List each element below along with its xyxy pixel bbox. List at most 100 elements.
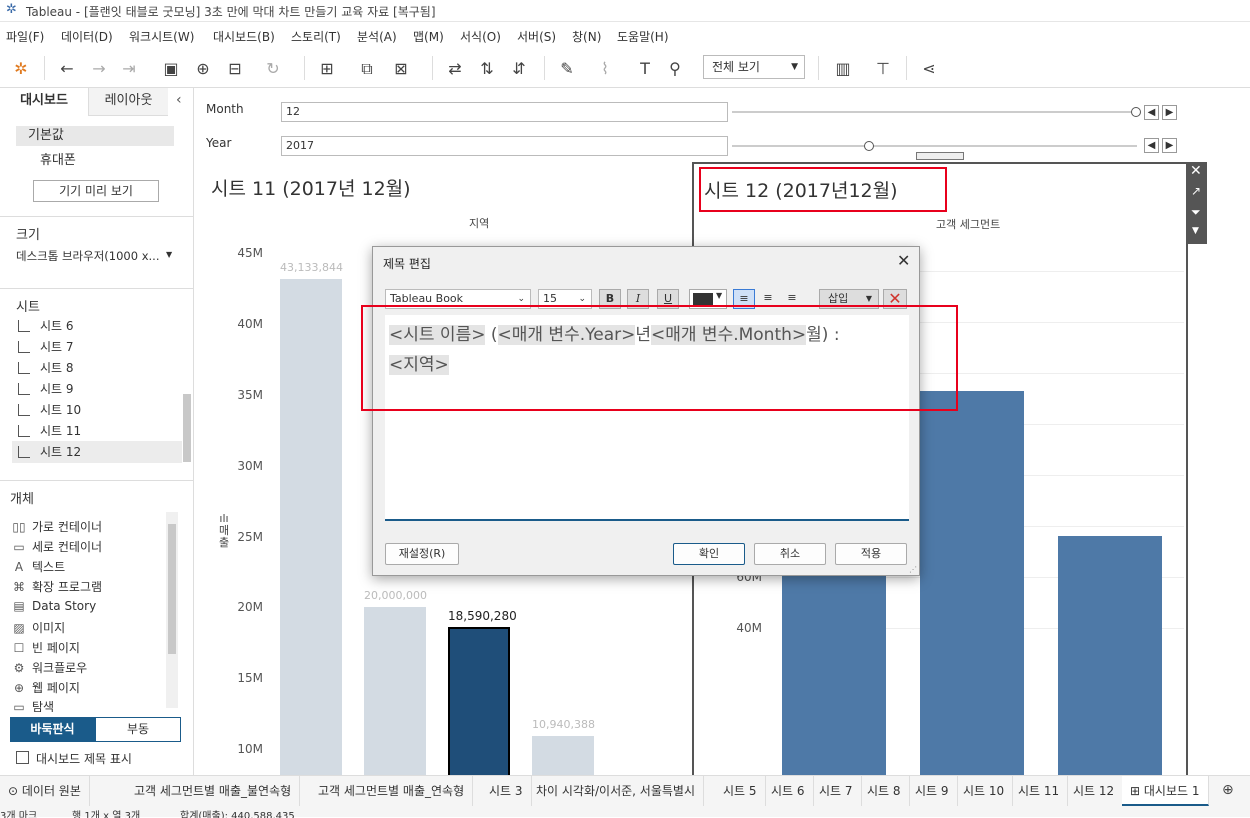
tab-sheet3[interactable]: 시트 3 (481, 776, 532, 806)
month-slider-knob[interactable] (1131, 107, 1141, 117)
pause-updates-icon[interactable]: ⊟ (224, 58, 246, 80)
tableau-home-icon[interactable]: ✲ (10, 58, 32, 80)
swap-icon[interactable]: ⇄ (444, 58, 466, 80)
menu-help[interactable]: 도움말(H) (617, 28, 669, 45)
menu-window[interactable]: 창(N) (572, 28, 601, 45)
tab-sheet6[interactable]: 시트 6 (763, 776, 814, 806)
menu-format[interactable]: 서식(O) (460, 28, 501, 45)
object-blank[interactable]: ☐ 빈 페이지 (12, 639, 80, 656)
object-data-story[interactable]: ▤ Data Story (12, 599, 96, 613)
floating-button[interactable]: 부동 (95, 717, 181, 742)
sheet-item-12[interactable]: 시트 12 (18, 443, 81, 460)
month-filter-input[interactable]: 12 (281, 102, 728, 122)
tiled-button[interactable]: 바둑판식 (10, 717, 95, 742)
more-options-icon[interactable]: ▼ (1192, 226, 1199, 236)
menu-map[interactable]: 맵(M) (413, 28, 444, 45)
object-image[interactable]: ▨ 이미지 (12, 619, 65, 636)
year-prev-button[interactable]: ◀ (1144, 138, 1159, 153)
group-icon[interactable]: ⌇ (594, 58, 616, 80)
menu-story[interactable]: 스토리(T) (291, 28, 341, 45)
sheet-item-11[interactable]: 시트 11 (18, 422, 81, 439)
year-slider[interactable] (732, 145, 1137, 147)
tab-dashboard1[interactable]: ⊞ 대시보드 1 (1122, 776, 1209, 806)
goto-sheet-icon[interactable]: ↗ (1191, 184, 1201, 198)
duplicate-icon[interactable]: ⧉ (356, 58, 378, 80)
redo-icon[interactable]: → (88, 58, 110, 80)
objects-scroll-thumb[interactable] (168, 524, 176, 654)
tab-sheet8[interactable]: 시트 8 (859, 776, 910, 806)
clear-sheet-icon[interactable]: ⊠ (390, 58, 412, 80)
sheet-item-8[interactable]: 시트 8 (18, 359, 74, 376)
pin-icon[interactable]: ⚲ (664, 58, 686, 80)
new-datasource-icon[interactable]: ⊕ (192, 58, 214, 80)
cancel-button[interactable]: 취소 (754, 543, 826, 565)
refresh-icon[interactable]: ↻ (262, 58, 284, 80)
sort-ascending-icon[interactable]: ⇅ (476, 58, 498, 80)
tab-sheet12[interactable]: 시트 12 (1065, 776, 1124, 806)
tab-sheet5[interactable]: 시트 5 (715, 776, 766, 806)
sheet-item-9[interactable]: 시트 9 (18, 380, 74, 397)
year-slider-knob[interactable] (864, 141, 874, 151)
object-navigation[interactable]: ▭ 탐색 (12, 698, 54, 712)
device-phone[interactable]: 휴대폰 (40, 149, 76, 168)
object-extension[interactable]: ⌘ 확장 프로그램 (12, 578, 102, 595)
tab-datasource[interactable]: ⊙ 데이터 원본 (0, 776, 90, 806)
size-dropdown-icon[interactable]: ▼ (166, 250, 172, 259)
object-web-page[interactable]: ⊕ 웹 페이지 (12, 679, 80, 696)
replay-icon[interactable]: ⇥ (118, 58, 140, 80)
tab-dashboard[interactable]: 대시보드 (0, 88, 88, 116)
month-prev-button[interactable]: ◀ (1144, 105, 1159, 120)
presentation-icon[interactable]: ⊤ (872, 58, 894, 80)
tab-sheet7[interactable]: 시트 7 (811, 776, 862, 806)
month-slider[interactable] (732, 111, 1137, 113)
sheet-item-6[interactable]: 시트 6 (18, 320, 74, 334)
menu-analysis[interactable]: 분석(A) (357, 28, 397, 45)
apply-button[interactable]: 적용 (835, 543, 907, 565)
bar[interactable] (920, 390, 1024, 777)
object-text[interactable]: A 텍스트 (12, 558, 65, 575)
labels-icon[interactable]: T (634, 58, 656, 80)
collapse-icon[interactable]: ‹ (176, 92, 182, 108)
object-horizontal-container[interactable]: ▯▯ 가로 컨테이너 (12, 518, 102, 535)
size-select[interactable]: 데스크톱 브라우저(1000 x... (16, 248, 176, 266)
show-title-checkbox[interactable] (16, 751, 29, 764)
menu-server[interactable]: 서버(S) (517, 28, 556, 45)
reset-button[interactable]: 재설정(R) (385, 543, 459, 565)
device-default[interactable]: 기본값 (16, 126, 174, 146)
undo-icon[interactable]: ← (56, 58, 78, 80)
fit-select[interactable]: 전체 보기 ▼ (703, 55, 805, 79)
resize-grip-icon[interactable]: ⋰ (909, 565, 917, 574)
year-filter-input[interactable]: 2017 (281, 136, 728, 156)
device-preview-button[interactable]: 기기 미리 보기 (33, 180, 159, 202)
bar[interactable] (280, 279, 342, 788)
close-icon[interactable]: ✕ (1190, 163, 1202, 179)
tab-sheet10[interactable]: 시트 10 (955, 776, 1014, 806)
sort-descending-icon[interactable]: ⇵ (508, 58, 530, 80)
dialog-close-icon[interactable]: ✕ (897, 251, 910, 270)
object-workflow[interactable]: ⚙ 워크플로우 (12, 659, 88, 676)
menu-worksheet[interactable]: 워크시트(W) (129, 28, 194, 45)
show-me-icon[interactable]: ▥ (832, 58, 854, 80)
object-vertical-container[interactable]: ▭ 세로 컨테이너 (12, 538, 102, 555)
month-next-button[interactable]: ▶ (1162, 105, 1177, 120)
share-icon[interactable]: ⋖ (918, 58, 940, 80)
sheet-item-10[interactable]: 시트 10 (18, 401, 81, 418)
new-worksheet-icon[interactable]: ⊞ (316, 58, 338, 80)
highlight-icon[interactable]: ✎ (556, 58, 578, 80)
ok-button[interactable]: 확인 (673, 543, 745, 565)
tab-segment-continuous[interactable]: 고객 세그먼트별 매출_연속형 (310, 776, 474, 806)
tab-sheet9[interactable]: 시트 9 (907, 776, 958, 806)
tab-segment-discrete[interactable]: 고객 세그먼트별 매출_불연속형 (126, 776, 301, 806)
filter-icon[interactable]: ⏷ (1191, 205, 1201, 220)
year-next-button[interactable]: ▶ (1162, 138, 1177, 153)
tab-layout[interactable]: 레이아웃 (88, 88, 168, 116)
menu-file[interactable]: 파일(F) (6, 28, 44, 45)
tab-diff[interactable]: 차이 시각화/이서준, 서울특별시 (528, 776, 705, 806)
new-sheet-icon[interactable]: ⊕ (1222, 782, 1234, 798)
bar[interactable] (1058, 536, 1162, 777)
save-icon[interactable]: ▣ (160, 58, 182, 80)
tab-sheet11[interactable]: 시트 11 (1010, 776, 1069, 806)
bar[interactable] (364, 607, 426, 788)
menu-dashboard[interactable]: 대시보드(B) (213, 28, 275, 45)
bar[interactable] (448, 627, 510, 788)
